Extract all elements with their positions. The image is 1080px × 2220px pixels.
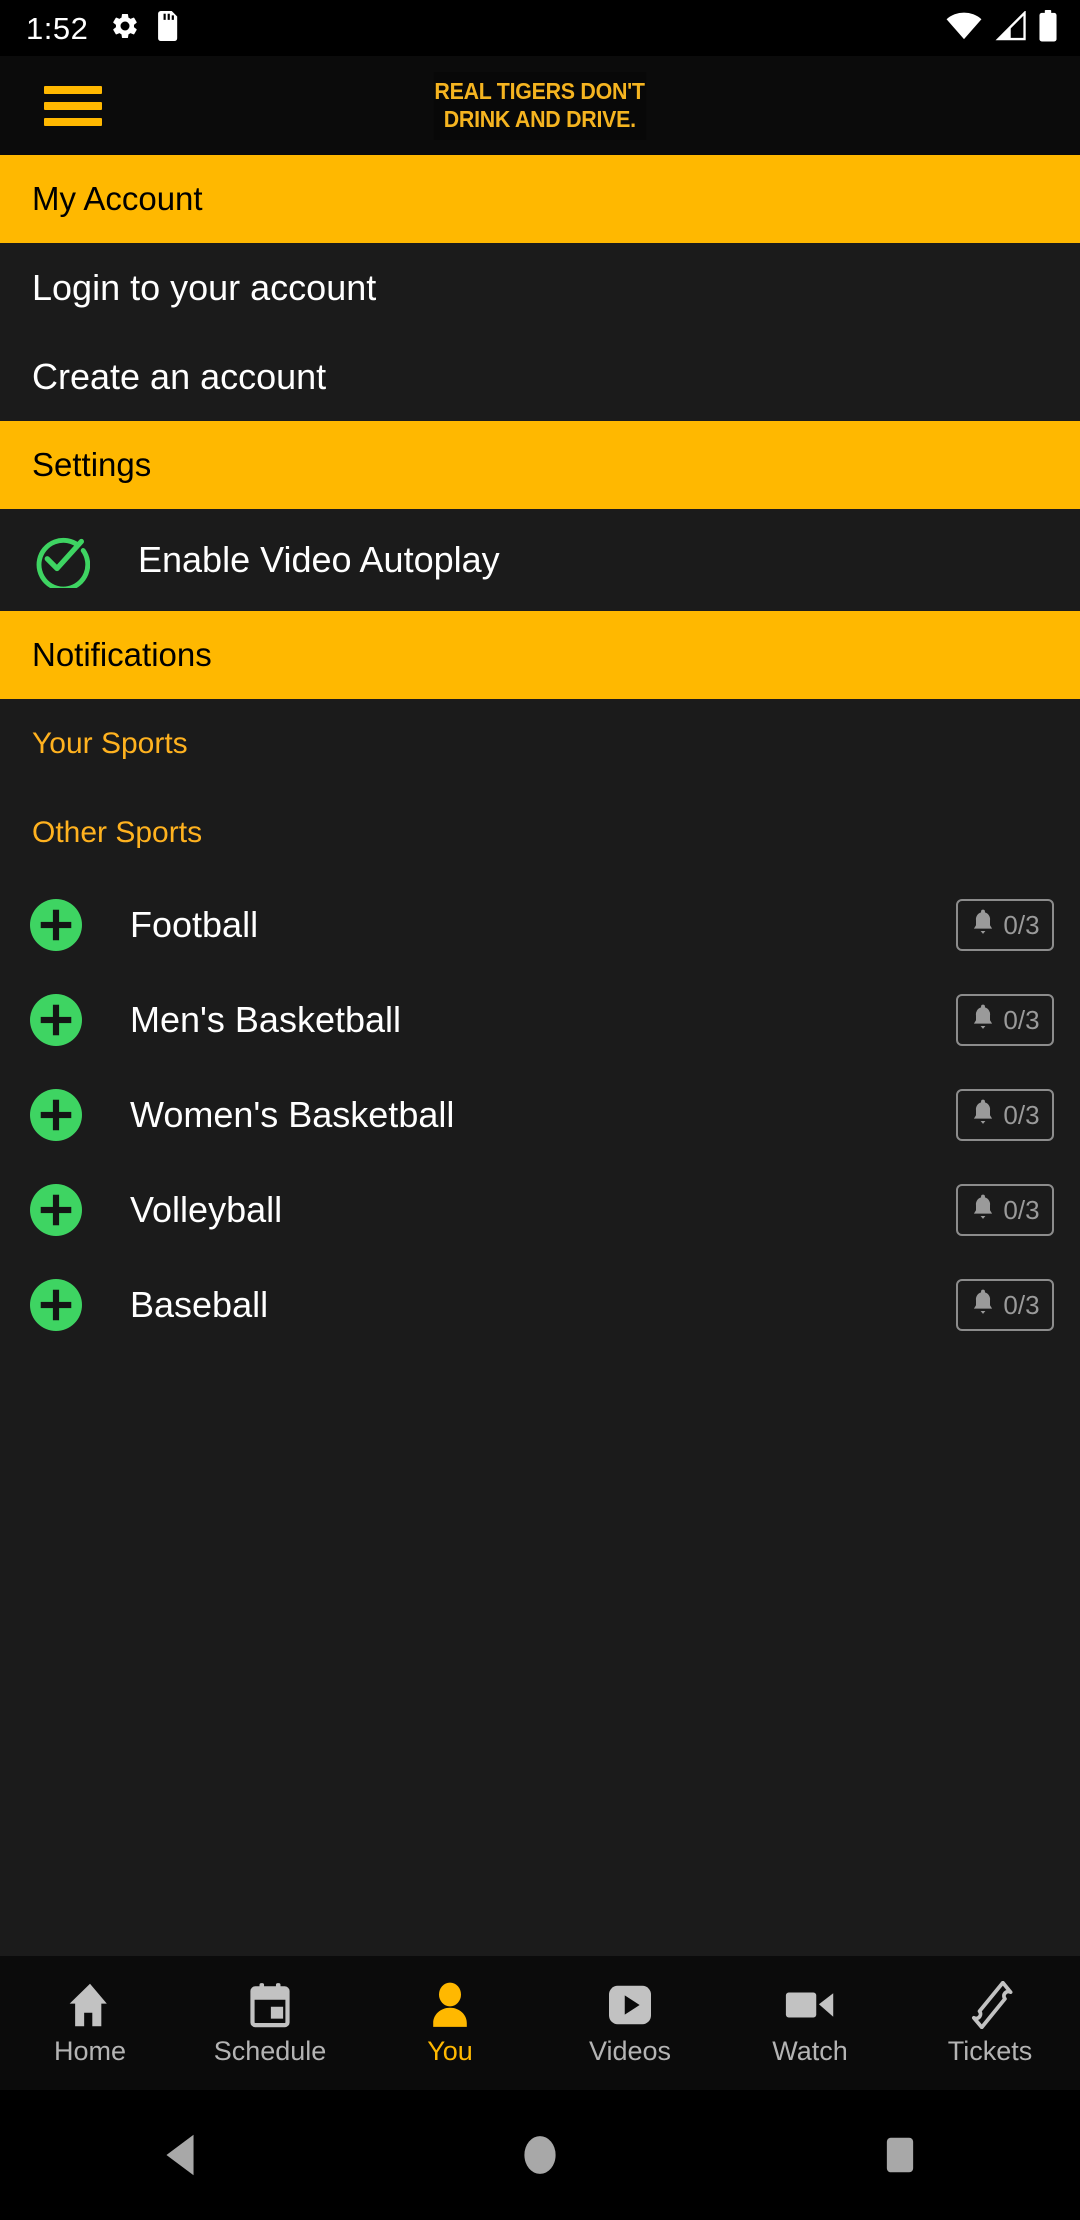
- menu-item-login[interactable]: Login to your account: [0, 243, 1080, 332]
- subsection-your-sports: Your Sports: [0, 699, 1080, 788]
- tab-you-label: You: [427, 2036, 473, 2066]
- menu-item-create-account[interactable]: Create an account: [0, 332, 1080, 421]
- tab-home[interactable]: Home: [0, 1981, 180, 2065]
- calendar-icon: [249, 1981, 291, 2029]
- bell-icon: [970, 908, 996, 941]
- content-filler: [0, 1352, 1080, 1956]
- person-icon: [429, 1981, 471, 2029]
- app-bar: REAL TIGERS DON'T DRINK AND DRIVE.: [0, 56, 1080, 155]
- sport-name-label: Women's Basketball: [130, 1093, 455, 1135]
- tab-schedule-label: Schedule: [213, 2036, 327, 2066]
- sd-card-icon: [158, 10, 180, 46]
- wifi-icon: [946, 11, 982, 46]
- plus-circle-icon[interactable]: [30, 993, 82, 1046]
- bell-icon: [970, 1193, 996, 1226]
- back-triangle-icon[interactable]: [120, 2133, 240, 2177]
- plus-circle-icon[interactable]: [30, 1278, 82, 1331]
- status-bar: 1:52: [0, 0, 1080, 56]
- recents-square-icon[interactable]: [840, 2132, 960, 2178]
- menu-item-login-label: Login to your account: [32, 266, 377, 308]
- status-bar-clock: 1:52: [26, 10, 89, 46]
- status-badge[interactable]: 0/3: [956, 993, 1054, 1046]
- list-item-sport[interactable]: Baseball 0/3: [0, 1257, 1080, 1352]
- status-badge-count: 0/3: [1003, 909, 1040, 940]
- sport-name-label: Baseball: [130, 1283, 269, 1325]
- tab-tickets-label: Tickets: [947, 2036, 1033, 2066]
- bell-icon: [970, 1003, 996, 1036]
- hamburger-line: [44, 85, 102, 94]
- tab-schedule[interactable]: Schedule: [180, 1981, 360, 2065]
- hamburger-menu-icon[interactable]: [44, 85, 102, 126]
- status-badge[interactable]: 0/3: [956, 1183, 1054, 1236]
- gear-icon: [110, 11, 140, 46]
- status-badge-count: 0/3: [1003, 1194, 1040, 1225]
- plus-circle-icon[interactable]: [30, 1088, 82, 1141]
- setting-autoplay-label: Enable Video Autoplay: [138, 539, 500, 580]
- list-item-sport[interactable]: Women's Basketball 0/3: [0, 1067, 1080, 1162]
- menu-item-create-account-label: Create an account: [32, 355, 327, 397]
- plus-circle-icon[interactable]: [30, 1183, 82, 1236]
- battery-icon: [1038, 9, 1058, 47]
- system-navigation-bar: [0, 2090, 1080, 2220]
- tab-you[interactable]: You: [360, 1981, 540, 2065]
- sponsor-banner-line-1: REAL TIGERS DON'T: [434, 78, 646, 105]
- home-circle-icon[interactable]: [480, 2132, 600, 2178]
- ticket-icon: [967, 1981, 1013, 2029]
- sport-name-label: Football: [130, 903, 259, 945]
- play-rect-icon: [607, 1981, 653, 2029]
- plus-circle-icon[interactable]: [30, 898, 82, 951]
- menu-content: My Account Login to your account Create …: [0, 155, 1080, 1956]
- section-header-notifications: Notifications: [0, 611, 1080, 699]
- sponsor-banner-line-2: DRINK AND DRIVE.: [443, 105, 637, 132]
- tab-watch[interactable]: Watch: [720, 1981, 900, 2065]
- list-item-sport[interactable]: Men's Basketball 0/3: [0, 972, 1080, 1067]
- tab-tickets[interactable]: Tickets: [900, 1981, 1080, 2065]
- phone-screen: 1:52 REAL TIGERS DON'T DRINK AND DRIVE. …: [0, 0, 1080, 2220]
- status-badge-count: 0/3: [1003, 1004, 1040, 1035]
- video-camera-icon: [785, 1981, 835, 2029]
- subsection-other-sports: Other Sports: [0, 788, 1080, 877]
- tab-videos[interactable]: Videos: [540, 1981, 720, 2065]
- tab-videos-label: Videos: [588, 2036, 672, 2066]
- status-bar-right-icons: [946, 9, 1058, 47]
- status-badge[interactable]: 0/3: [956, 1088, 1054, 1141]
- section-header-settings: Settings: [0, 421, 1080, 509]
- status-bar-left-icons: [110, 10, 180, 46]
- bell-icon: [970, 1288, 996, 1321]
- home-icon: [67, 1981, 113, 2029]
- cellular-signal-icon: [994, 9, 1026, 46]
- status-badge[interactable]: 0/3: [956, 898, 1054, 951]
- list-item-sport[interactable]: Football 0/3: [0, 877, 1080, 972]
- list-item-sport[interactable]: Volleyball 0/3: [0, 1162, 1080, 1257]
- status-badge-count: 0/3: [1003, 1099, 1040, 1130]
- setting-enable-video-autoplay[interactable]: Enable Video Autoplay: [0, 509, 1080, 611]
- hamburger-line: [44, 117, 102, 126]
- status-badge-count: 0/3: [1003, 1289, 1040, 1320]
- section-header-my-account: My Account: [0, 155, 1080, 243]
- status-badge[interactable]: 0/3: [956, 1278, 1054, 1331]
- sport-name-label: Men's Basketball: [130, 998, 402, 1040]
- bottom-tab-bar: Home Schedule You Videos Watch Tickets: [0, 1956, 1080, 2090]
- sport-name-label: Volleyball: [130, 1188, 283, 1230]
- tab-watch-label: Watch: [772, 2036, 848, 2066]
- bell-icon: [970, 1098, 996, 1131]
- tab-home-label: Home: [53, 2036, 127, 2066]
- check-circle-icon[interactable]: [30, 528, 91, 593]
- sponsor-banner[interactable]: REAL TIGERS DON'T DRINK AND DRIVE.: [433, 71, 647, 140]
- hamburger-line: [44, 101, 102, 110]
